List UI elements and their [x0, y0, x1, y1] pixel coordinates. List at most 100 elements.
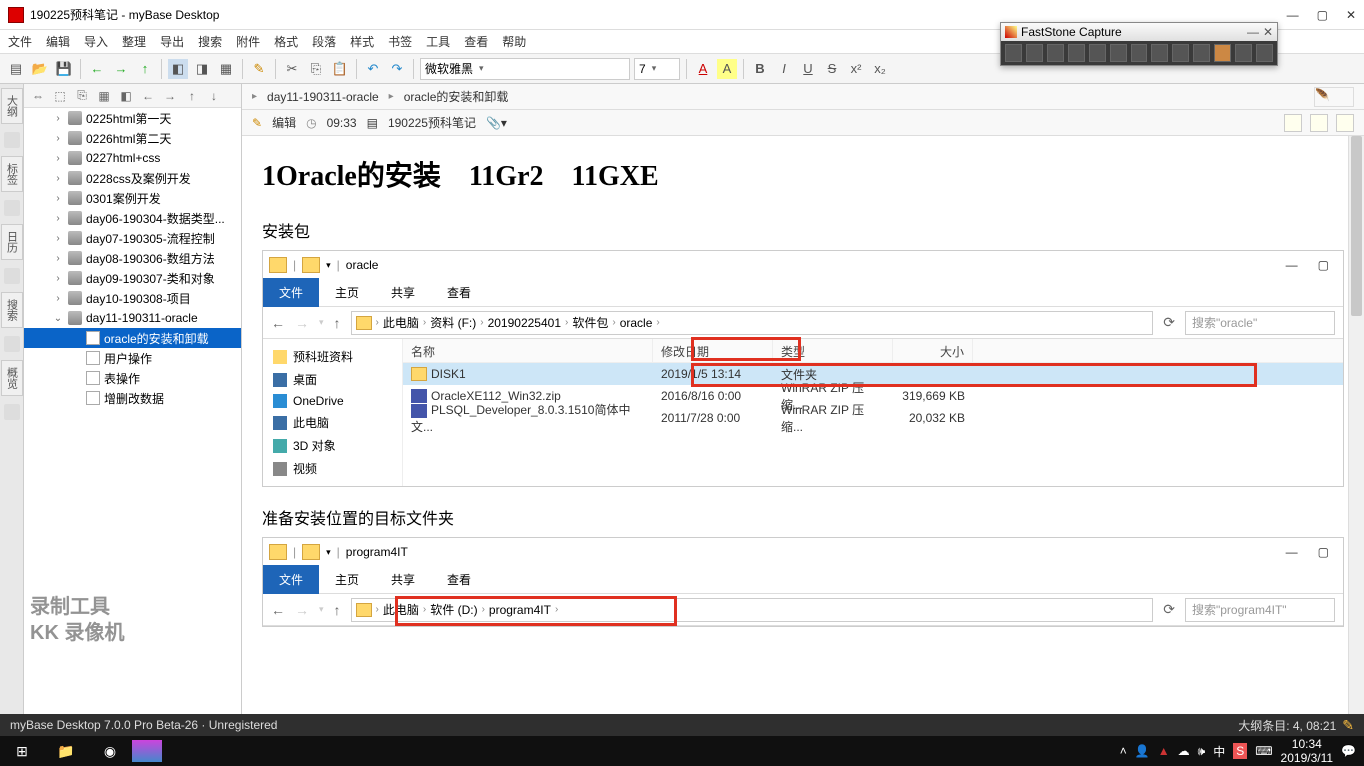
sidebar-item[interactable]: 此电脑	[263, 411, 402, 434]
sidebar-item[interactable]: 预科班资料	[263, 345, 402, 368]
tree-node[interactable]: ›day08-190306-数组方法	[24, 248, 241, 268]
clock[interactable]: 10:34 2019/3/11	[1281, 737, 1334, 766]
sidebar-item[interactable]: 视频	[263, 457, 402, 480]
sub-icon[interactable]: x₂	[870, 59, 890, 79]
tree-tool-icon[interactable]: ⇔	[30, 88, 46, 104]
menu-icon[interactable]	[1256, 44, 1273, 62]
search-input[interactable]: 搜索"program4IT"	[1185, 598, 1335, 622]
path-segment[interactable]: program4IT	[489, 603, 551, 617]
close-button[interactable]: ✕	[1263, 25, 1273, 39]
task-app1-icon[interactable]: ◉	[88, 736, 132, 766]
tree-node[interactable]: ›day09-190307-类和对象	[24, 268, 241, 288]
tree-node[interactable]: ›0301案例开发	[24, 188, 241, 208]
menu-item[interactable]: 段落	[312, 33, 336, 50]
faststone-window[interactable]: FastStone Capture — ✕	[1000, 22, 1278, 66]
undo-icon[interactable]: ↶	[363, 59, 383, 79]
tree-node[interactable]: 表操作	[24, 368, 241, 388]
tree-node[interactable]: ⌄day11-190311-oracle	[24, 308, 241, 328]
search-input[interactable]: 搜索"oracle"	[1185, 311, 1335, 335]
record-icon[interactable]	[1172, 44, 1189, 62]
copy-icon[interactable]: ⎘	[306, 59, 326, 79]
path-segment[interactable]: 此电脑	[383, 601, 419, 618]
tree-node[interactable]: ›day10-190308-项目	[24, 288, 241, 308]
maximize-button[interactable]: ▢	[1317, 8, 1328, 22]
tool-up-icon[interactable]: ↑	[135, 59, 155, 79]
nav-fwd-icon[interactable]: →	[295, 315, 309, 331]
path-segment[interactable]: 软件包	[572, 314, 608, 331]
tree-node[interactable]: ›0227html+css	[24, 148, 241, 168]
nav-up-icon[interactable]: ↑	[334, 602, 341, 618]
tree-node[interactable]: ›0225html第一天	[24, 108, 241, 128]
bold-icon[interactable]: B	[750, 59, 770, 79]
menu-item[interactable]: 编辑	[46, 33, 70, 50]
capture-full-icon[interactable]	[1110, 44, 1127, 62]
side-tab[interactable]: 大纲	[1, 88, 23, 124]
side-tab[interactable]: 概览	[1, 360, 23, 396]
document-body[interactable]: 1Oracle的安装 11Gr2 11GXE 安装包 | ▾ | oracle …	[242, 136, 1364, 661]
output-icon[interactable]	[1214, 44, 1231, 62]
task-explorer-icon[interactable]: 📁	[44, 736, 88, 766]
minimize-button[interactable]: —	[1286, 545, 1298, 559]
explorer-tab[interactable]: 查看	[431, 565, 487, 594]
sidebar-item[interactable]: 3D 对象	[263, 434, 402, 457]
tool-back-icon[interactable]: ←	[87, 59, 107, 79]
capture-scroll-icon[interactable]	[1131, 44, 1148, 62]
tree-node[interactable]: oracle的安装和卸载	[24, 328, 241, 348]
tree-tool-icon[interactable]: ←	[140, 88, 156, 104]
paste-icon[interactable]: 📋	[330, 59, 350, 79]
layout3-icon[interactable]: ▦	[216, 59, 236, 79]
tree-tool-icon[interactable]: →	[162, 88, 178, 104]
column-header[interactable]: 名称	[403, 339, 653, 362]
view2-icon[interactable]	[1310, 114, 1328, 132]
tray-people-icon[interactable]: 👤	[1135, 744, 1150, 758]
breadcrumb-item[interactable]: day11-190311-oracle	[267, 90, 379, 104]
menu-item[interactable]: 导入	[84, 33, 108, 50]
font-color-icon[interactable]: A	[693, 59, 713, 79]
menu-item[interactable]: 格式	[274, 33, 298, 50]
edit-label[interactable]: 编辑	[272, 114, 296, 131]
nav-up-icon[interactable]: ↑	[334, 315, 341, 331]
tray-up-icon[interactable]: ˄	[1120, 744, 1127, 758]
tray-net-icon[interactable]: ▲	[1158, 744, 1170, 758]
nav-recent-icon[interactable]: ▾	[319, 604, 324, 615]
tray-ime[interactable]: 中	[1213, 743, 1225, 760]
sidebar-item[interactable]: 桌面	[263, 368, 402, 391]
tool-new-icon[interactable]: ▤	[6, 59, 26, 79]
nav-fwd-icon[interactable]: →	[295, 602, 309, 618]
maximize-button[interactable]: ▢	[1318, 545, 1329, 559]
edit-notename[interactable]: 190225预科笔记	[388, 114, 476, 131]
strike-icon[interactable]: S	[822, 59, 842, 79]
tree-tool-icon[interactable]: ⎘	[74, 88, 90, 104]
side-tab[interactable]: 标签	[1, 156, 23, 192]
tree-tool-icon[interactable]: ↑	[184, 88, 200, 104]
nav-recent-icon[interactable]: ▾	[319, 317, 324, 328]
explorer-tab[interactable]: 文件	[263, 565, 319, 594]
address-bar[interactable]: ›此电脑›软件 (D:)›program4IT›	[351, 598, 1154, 622]
tree-tool-icon[interactable]: ↓	[206, 88, 222, 104]
menu-item[interactable]: 导出	[160, 33, 184, 50]
tree-node[interactable]: ›0226html第二天	[24, 128, 241, 148]
tree-node[interactable]: ›0228css及案例开发	[24, 168, 241, 188]
maximize-button[interactable]: ▢	[1318, 258, 1329, 272]
capture-active-icon[interactable]	[1005, 44, 1022, 62]
size-select[interactable]: 7▾	[634, 58, 680, 80]
capture-object-icon[interactable]	[1047, 44, 1064, 62]
capture-fixed-icon[interactable]	[1151, 44, 1168, 62]
underline-icon[interactable]: U	[798, 59, 818, 79]
capture-rect-icon[interactable]	[1068, 44, 1085, 62]
column-header[interactable]: 大小	[893, 339, 973, 362]
cut-icon[interactable]: ✂	[282, 59, 302, 79]
tree-tool-icon[interactable]: ◧	[118, 88, 134, 104]
italic-icon[interactable]: I	[774, 59, 794, 79]
tree-tool-icon[interactable]: ⬚	[52, 88, 68, 104]
capture-window-icon[interactable]	[1026, 44, 1043, 62]
tree-node[interactable]: 增删改数据	[24, 388, 241, 408]
redo-icon[interactable]: ↷	[387, 59, 407, 79]
column-header[interactable]: 类型	[773, 339, 893, 362]
menu-item[interactable]: 帮助	[502, 33, 526, 50]
menu-item[interactable]: 查看	[464, 33, 488, 50]
path-segment[interactable]: 此电脑	[383, 314, 419, 331]
menu-item[interactable]: 搜索	[198, 33, 222, 50]
minimize-button[interactable]: —	[1287, 8, 1299, 22]
menu-item[interactable]: 文件	[8, 33, 32, 50]
